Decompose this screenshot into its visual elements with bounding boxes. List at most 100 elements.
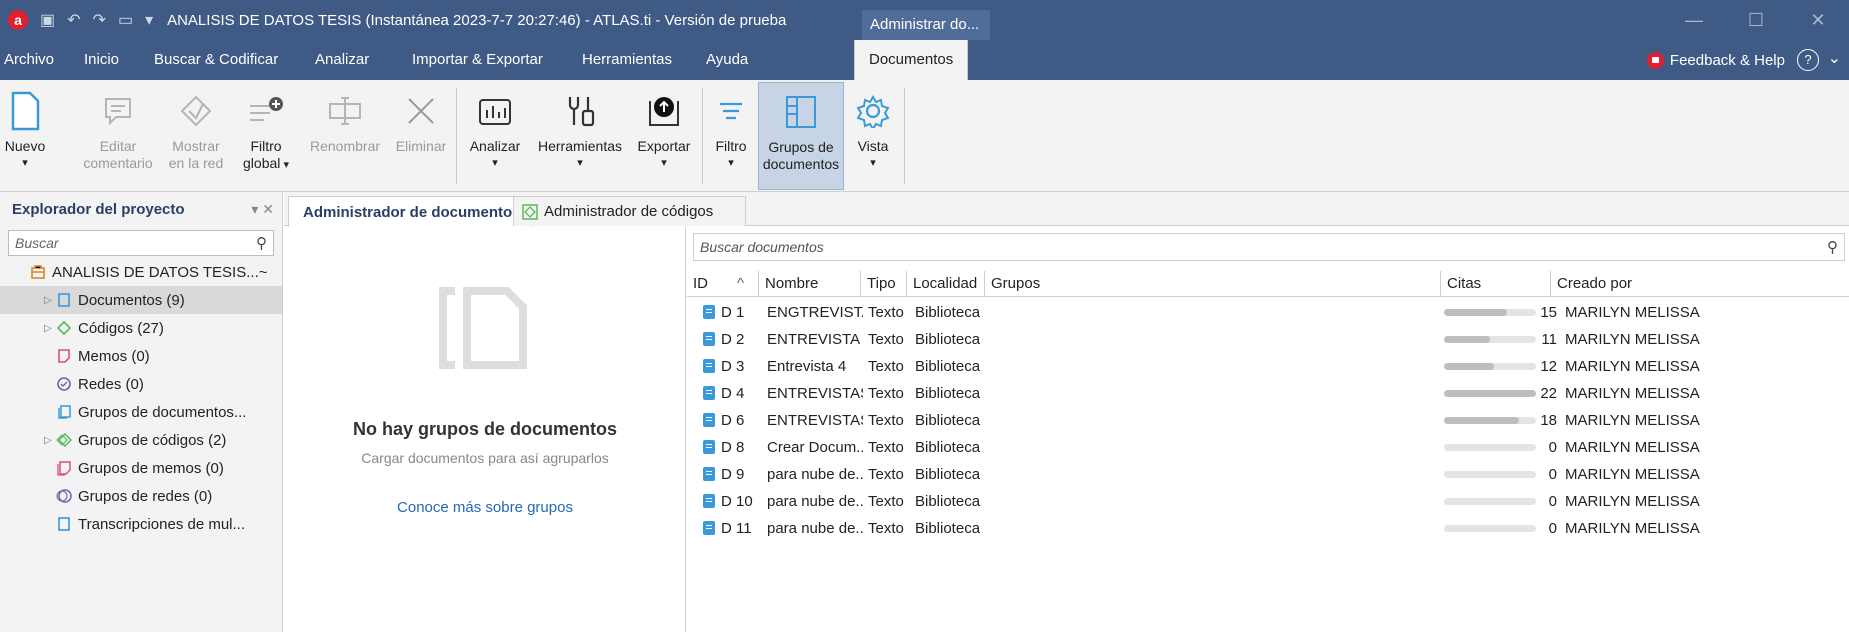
expand-icon[interactable]: ▷ <box>44 435 56 446</box>
save-icon[interactable]: ▣ <box>40 10 55 30</box>
cell-id: D 8 <box>703 434 759 461</box>
expand-icon[interactable]: ▷ <box>44 295 56 306</box>
filtro-global-button[interactable]: Filtro global ▾ <box>238 82 294 190</box>
menu-buscar-codificar[interactable]: Buscar & Codificar <box>154 40 278 80</box>
tools-icon <box>557 88 603 134</box>
tree-item-codigos[interactable]: ▷ Códigos (27) <box>0 314 282 342</box>
documents-search-input[interactable]: Buscar documentos ⚲ <box>693 233 1845 261</box>
close-icon[interactable]: ✕ <box>1787 0 1849 40</box>
table-row[interactable]: D 2 ENTREVISTA 2 Texto Biblioteca 11 MARILYN … <box>687 326 1849 353</box>
tree-item-grupos-documentos[interactable]: Grupos de documentos... <box>0 398 282 426</box>
atlas-logo-icon[interactable]: a <box>8 10 28 30</box>
menu-importar-exportar[interactable]: Importar & Exportar <box>412 40 543 80</box>
analizar-label: Analizar <box>469 138 521 154</box>
nuevo-button[interactable]: Nuevo ▾ <box>4 82 46 190</box>
editar-comentario-button[interactable]: Editar comentario <box>80 82 156 190</box>
table-row[interactable]: D 8 Crear Docum... Texto Biblioteca 0 MARILYN… <box>687 434 1849 461</box>
chevron-down-icon[interactable]: ⌄ <box>1828 48 1841 68</box>
tree-label: Grupos de redes (0) <box>78 487 213 505</box>
column-header-grupos[interactable]: Grupos <box>985 271 1441 297</box>
ribbon-separator <box>456 88 457 184</box>
eliminar-button[interactable]: Eliminar <box>392 82 450 190</box>
table-row[interactable]: D 10 para nube de... Texto Biblioteca 0 MARIL… <box>687 488 1849 515</box>
table-row[interactable]: D 6 ENTREVISTAS 1 Texto Biblioteca 18 MARILYN… <box>687 407 1849 434</box>
column-header-citas[interactable]: Citas <box>1441 271 1551 297</box>
analizar-button[interactable]: Analizar ▾ <box>462 82 528 190</box>
column-header-nombre[interactable]: Nombre <box>759 271 861 297</box>
filtro-button[interactable]: Filtro ▾ <box>708 82 754 190</box>
empty-groups-title: No hay grupos de documentos <box>352 419 618 439</box>
quick-access-toolbar: a ▣ ↶ ↷ ▭ ▾ <box>0 0 153 40</box>
column-header-localidad[interactable]: Localidad <box>907 271 985 297</box>
cell-citas: 15 <box>1540 304 1557 321</box>
menu-analizar[interactable]: Analizar <box>315 40 369 80</box>
customize-dropdown-icon[interactable]: ▾ <box>145 10 153 30</box>
renombrar-button[interactable]: Renombrar <box>300 82 390 190</box>
table-row[interactable]: D 1 ENGTREVISTA 5 Texto Biblioteca 15 MARILYN… <box>687 299 1849 326</box>
cell-tipo: Texto <box>868 358 904 375</box>
citas-bar-fill <box>1444 309 1507 316</box>
code-manager-icon <box>522 203 538 220</box>
tab-label: Administrador de documentos <box>303 203 521 221</box>
dropdown-caret-icon: ▾ <box>661 157 667 169</box>
herramientas-button[interactable]: Herramientas ▾ <box>530 82 630 190</box>
exportar-label: Exportar <box>637 138 691 154</box>
column-header-creado-por[interactable]: Creado por <box>1551 271 1849 297</box>
column-header-tipo[interactable]: Tipo <box>861 271 907 297</box>
tab-administrador-documentos[interactable]: Administrador de documentos ▾ ✕ <box>288 196 552 227</box>
cell-tipo: Texto <box>868 304 904 321</box>
document-icon <box>703 305 715 319</box>
eliminar-label: Eliminar <box>395 138 447 154</box>
document-icon <box>58 293 70 307</box>
menu-herramientas[interactable]: Herramientas <box>582 40 672 80</box>
column-header-id[interactable]: ID ^ <box>687 271 759 297</box>
tree-item-grupos-memos[interactable]: Grupos de memos (0) <box>0 454 282 482</box>
learn-groups-link[interactable]: Conoce más sobre grupos <box>284 499 686 516</box>
expand-icon[interactable]: ▷ <box>44 323 56 334</box>
tree-item-redes[interactable]: Redes (0) <box>0 370 282 398</box>
minimize-icon[interactable]: — <box>1663 0 1725 40</box>
menu-inicio[interactable]: Inicio <box>84 40 119 80</box>
redo-icon[interactable]: ↷ <box>93 10 106 30</box>
table-row[interactable]: D 9 para nube de... Texto Biblioteca 0 MARILY… <box>687 461 1849 488</box>
memo-icon <box>58 349 70 363</box>
menu-documentos[interactable]: Documentos <box>854 40 969 80</box>
window-controls: — ☐ ✕ <box>1663 0 1849 40</box>
panel-menu-close-icon[interactable]: ▾ ✕ <box>251 201 274 218</box>
mostrar-en-red-button[interactable]: Mostrar en la red <box>160 82 232 190</box>
document-icon <box>703 521 715 535</box>
tree-item-memos[interactable]: Memos (0) <box>0 342 282 370</box>
tree-item-documentos[interactable]: ▷ Documentos (9) <box>0 286 282 314</box>
document-icon <box>703 332 715 346</box>
maximize-icon[interactable]: ☐ <box>1725 0 1787 40</box>
menu-ayuda[interactable]: Ayuda <box>706 40 748 80</box>
dropdown-caret-icon: ▾ <box>728 157 734 169</box>
tree-item-grupos-codigos[interactable]: ▷ Grupos de códigos (2) <box>0 426 282 454</box>
renombrar-label: Renombrar <box>309 138 381 154</box>
table-row[interactable]: D 4 ENTREVISTAS 3 Texto Biblioteca 22 MARILYN… <box>687 380 1849 407</box>
table-row[interactable]: D 3 Entrevista 4 Texto Biblioteca 12 MARILYN … <box>687 353 1849 380</box>
menu-archivo[interactable]: Archivo <box>4 40 54 80</box>
undo-icon[interactable]: ↶ <box>67 10 80 30</box>
tab-administrador-codigos[interactable]: Administrador de códigos <box>513 196 746 226</box>
table-row[interactable]: D 11 para nube de... Texto Biblioteca 0 MARIL… <box>687 515 1849 542</box>
feedback-help-button[interactable]: Feedback & Help <box>1646 40 1785 80</box>
grupos-documentos-button[interactable]: Grupos de documentos <box>758 82 844 190</box>
window-title: ANALISIS DE DATOS TESIS (Instantánea 202… <box>167 11 787 29</box>
cell-creado-por: MARILYN MELISSA <box>1565 331 1700 348</box>
citas-bar <box>1444 336 1536 343</box>
help-icon[interactable]: ? <box>1797 49 1819 71</box>
mostrar-label: Mostrar <box>172 138 220 154</box>
project-search-input[interactable]: Buscar ⚲ <box>8 230 274 256</box>
vista-button[interactable]: Vista ▾ <box>848 82 898 190</box>
cell-id: D 2 <box>703 326 759 353</box>
tree-item-grupos-redes[interactable]: Grupos de redes (0) <box>0 482 282 510</box>
cell-id: D 6 <box>703 407 759 434</box>
new-document-icon <box>2 88 48 134</box>
exportar-button[interactable]: Exportar ▾ <box>632 82 696 190</box>
tree-item-project[interactable]: ANALISIS DE DATOS TESIS...~ <box>0 258 282 286</box>
tree-item-transcripciones[interactable]: Transcripciones de mul... <box>0 510 282 538</box>
sort-ascending-icon: ^ <box>737 275 745 292</box>
window-icon[interactable]: ▭ <box>118 10 133 30</box>
vista-label: Vista <box>857 138 889 154</box>
